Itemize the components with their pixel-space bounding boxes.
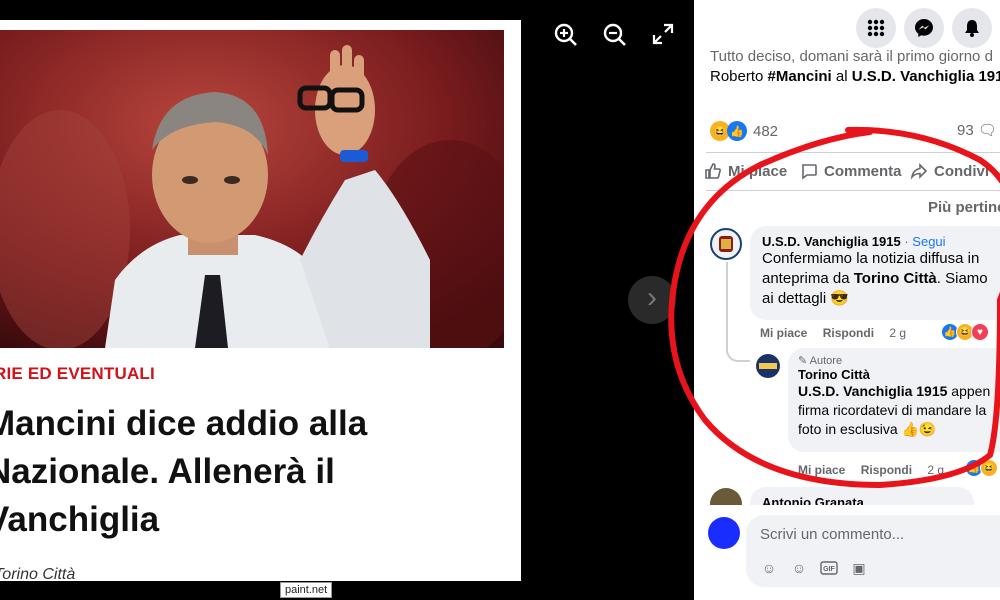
zoom-out-icon	[603, 23, 626, 46]
reply-bubble: ✎ Autore Torino Città U.S.D. Vanchiglia …	[788, 348, 1000, 452]
avatar-sticker-icon: ☺	[761, 560, 777, 576]
post-text-line-1: Tutto deciso, domani sarà il primo giorn…	[710, 48, 993, 65]
article-image: RIE ED EVENTUALI Mancini dice addio alla…	[0, 20, 521, 581]
comment-composer: Scrivi un commento... ☺ ☺ GIF ▣	[694, 505, 1000, 600]
composer-tools: ☺ ☺ GIF ▣	[760, 559, 868, 577]
divider	[706, 190, 1000, 191]
comment-button[interactable]: Commenta	[800, 162, 902, 180]
post-panel: Tutto deciso, domani sarà il primo giorn…	[694, 0, 1000, 600]
article-kicker: RIE ED EVENTUALI	[0, 364, 155, 383]
share-button[interactable]: Condivi	[910, 162, 989, 180]
screen: RIE ED EVENTUALI Mancini dice addio alla…	[0, 0, 1000, 600]
comment-author-name[interactable]: U.S.D. Vanchiglia 1915	[762, 234, 901, 249]
reply-like-button[interactable]: Mi piace	[798, 463, 845, 477]
comment-time[interactable]: 2 g	[889, 326, 906, 340]
comment-mention[interactable]: Torino Città	[854, 270, 937, 287]
svg-text:GIF: GIF	[823, 566, 835, 573]
sort-comments-dropdown[interactable]: Più pertine	[928, 199, 1000, 216]
chevron-right-icon: ›	[647, 281, 657, 314]
headline-line-3: Vanchiglia	[0, 500, 160, 539]
avatar-sticker-button[interactable]: ☺	[760, 559, 778, 577]
post-hashtag[interactable]: #Mancini	[768, 68, 832, 85]
reply-mention[interactable]: U.S.D. Vanchiglia 1915	[798, 383, 947, 399]
comment-icon	[802, 164, 817, 180]
sticker-icon: ▣	[852, 559, 866, 576]
comment-text: Confermiamo la notizia diffusa in antepr…	[762, 249, 1000, 309]
comment-author: U.S.D. Vanchiglia 1915 · Segui	[762, 234, 1000, 249]
post-text-prefix: Roberto	[710, 68, 768, 85]
menu-button[interactable]	[856, 8, 896, 48]
avatar[interactable]	[710, 228, 742, 260]
follow-link[interactable]: · Segui	[901, 234, 945, 249]
reply-thread-line	[726, 262, 750, 362]
messenger-icon	[915, 19, 933, 37]
divider	[706, 152, 1000, 153]
like-reaction-icon: 👍	[727, 121, 747, 141]
emoji-icon: ☺	[791, 560, 807, 576]
like-button[interactable]: Mi piace	[704, 162, 787, 180]
comment-label: Commenta	[824, 162, 902, 180]
post-page-link[interactable]: U.S.D. Vanchiglia 1915	[852, 68, 1000, 85]
fullscreen-icon	[652, 23, 674, 45]
coach-waving-photo	[0, 30, 504, 348]
post-actions: Mi piace Commenta Condivi	[704, 162, 1000, 184]
comment-meta: Mi piace Rispondi 2 g	[760, 326, 918, 340]
comment-count-value: 93	[957, 122, 974, 139]
grid-menu-icon	[867, 19, 885, 37]
comment-reactions[interactable]: 👍 😆 ♥	[941, 323, 989, 341]
comment-count[interactable]: 93 🗨	[957, 121, 997, 139]
headline-line-1: Mancini dice addio alla	[0, 404, 368, 443]
reaction-count: 482	[753, 122, 779, 140]
reply-author-name[interactable]: Torino Città	[798, 367, 1000, 382]
author-badge-label: Autore	[809, 355, 843, 367]
bell-icon	[965, 20, 979, 37]
author-badge: ✎ Autore	[798, 354, 1000, 367]
paintnet-label: paint.net	[280, 582, 333, 598]
share-label: Condivi	[934, 162, 989, 180]
article-headline: Mancini dice addio alla Nazionale. Allen…	[0, 400, 486, 544]
page-logo-icon	[759, 363, 777, 369]
post-text: Tutto deciso, domani sarà il primo giorn…	[710, 47, 1000, 87]
photo-viewer: RIE ED EVENTUALI Mancini dice addio alla…	[0, 0, 694, 600]
fullscreen-button[interactable]	[651, 22, 677, 48]
messenger-button[interactable]	[904, 8, 944, 48]
reply-text: U.S.D. Vanchiglia 1915 appen firma ricor…	[798, 382, 1000, 439]
zoom-out-button[interactable]	[602, 22, 628, 48]
pencil-icon: ✎	[798, 355, 808, 367]
notifications-button[interactable]	[952, 8, 992, 48]
zoom-in-icon	[554, 23, 577, 46]
thumbs-up-icon	[705, 163, 721, 179]
sticker-button[interactable]: ▣	[850, 559, 868, 577]
gif-icon: GIF	[820, 561, 838, 575]
haha-reaction-icon: 😆	[980, 459, 998, 477]
current-user-avatar[interactable]	[708, 517, 740, 549]
zoom-in-button[interactable]	[553, 22, 579, 48]
reply-time[interactable]: 2 g	[927, 463, 944, 477]
love-reaction-icon: ♥	[971, 323, 989, 341]
avatar[interactable]	[756, 354, 780, 378]
like-label: Mi piace	[728, 162, 788, 180]
reply-reactions[interactable]: 👍 😆	[965, 459, 998, 477]
gif-button[interactable]: GIF	[820, 559, 838, 577]
comment-bubble-icon: 🗨	[977, 122, 997, 139]
post-text-mid: al	[831, 68, 852, 85]
club-crest-icon	[719, 236, 733, 252]
comment-like-button[interactable]: Mi piace	[760, 326, 807, 340]
comment-reply-button[interactable]: Rispondi	[823, 326, 874, 340]
next-photo-button[interactable]: ›	[628, 276, 676, 324]
share-icon	[910, 163, 928, 180]
reply-reply-button[interactable]: Rispondi	[861, 463, 912, 477]
article-photo	[0, 30, 504, 348]
reply-meta: Mi piace Rispondi 2 g	[798, 463, 956, 477]
comment-input[interactable]: Scrivi un commento... ☺ ☺ GIF ▣	[746, 515, 1000, 587]
headline-line-2: Nazionale. Allenerà il	[0, 452, 335, 491]
emoji-button[interactable]: ☺	[790, 559, 808, 577]
article-byline: Torino Città	[0, 566, 76, 581]
reaction-summary[interactable]: 😆 👍 482	[710, 121, 778, 141]
comment-bubble: U.S.D. Vanchiglia 1915 · Segui Confermia…	[750, 226, 1000, 320]
comment-input-placeholder: Scrivi un commento...	[760, 526, 905, 543]
post-text-line-2: Roberto #Mancini al U.S.D. Vanchiglia 19…	[710, 67, 1000, 87]
